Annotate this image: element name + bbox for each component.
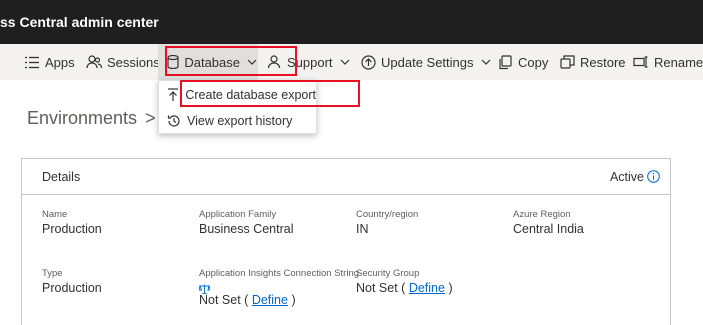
copy-button[interactable]: Copy xyxy=(497,44,548,80)
top-bar: ss Central admin center xyxy=(0,0,703,44)
app-insights-label: Application Insights Connection String xyxy=(199,268,360,279)
database-dropdown-menu: Create database export View export histo… xyxy=(158,80,317,134)
admin-center-window: ss Central admin center Apps Sessions Da… xyxy=(0,0,703,325)
command-bar: Apps Sessions Database Support Update Se… xyxy=(0,44,703,80)
type-value: Production xyxy=(42,281,102,295)
breadcrumb: Environments>P xyxy=(27,108,176,129)
app-insights-value: Not Set ( Define ) xyxy=(199,293,296,307)
status-text: Active xyxy=(609,170,644,184)
country-label: Country/region xyxy=(356,209,419,220)
chevron-down-icon xyxy=(480,56,492,68)
app-family-label: Application Family xyxy=(199,209,277,220)
name-label: Name xyxy=(42,209,68,220)
database-button[interactable]: Database xyxy=(158,44,258,80)
menu-item-label: Create database export xyxy=(185,88,316,102)
azure-region-label: Azure Region xyxy=(513,209,571,220)
menu-item-label: View export history xyxy=(187,114,293,128)
menu-item-create-export[interactable]: Create database export xyxy=(159,82,316,108)
copy-icon xyxy=(497,54,513,70)
chevron-down-icon xyxy=(246,56,258,68)
update-settings-label: Update Settings xyxy=(381,54,474,70)
restore-label: Restore xyxy=(580,54,626,70)
update-settings-button[interactable]: Update Settings xyxy=(360,44,492,80)
restore-button[interactable]: Restore xyxy=(559,44,626,80)
rename-button[interactable]: Rename xyxy=(633,44,703,80)
sessions-button[interactable]: Sessions xyxy=(86,44,160,80)
sessions-label: Sessions xyxy=(107,54,160,70)
info-icon[interactable] xyxy=(647,170,660,183)
database-label: Database xyxy=(184,54,240,70)
restore-icon xyxy=(559,54,575,70)
details-card: Details Active Name Production Applicati… xyxy=(21,158,671,325)
security-group-close-paren: ) xyxy=(448,281,453,295)
support-label: Support xyxy=(287,54,333,70)
breadcrumb-separator: > xyxy=(145,108,156,128)
upload-icon xyxy=(167,88,179,102)
app-insights-define-link[interactable]: Define xyxy=(252,293,288,307)
app-family-value: Business Central xyxy=(199,222,294,236)
rename-icon xyxy=(633,54,649,70)
database-icon xyxy=(166,54,179,70)
app-insights-close-paren: ) xyxy=(291,293,296,307)
history-icon xyxy=(167,114,181,128)
security-group-define-link[interactable]: Define xyxy=(409,281,445,295)
people-icon xyxy=(86,54,102,70)
list-icon xyxy=(24,54,40,70)
support-button[interactable]: Support xyxy=(266,44,351,80)
chevron-down-icon xyxy=(339,56,351,68)
name-value: Production xyxy=(42,222,102,236)
person-icon xyxy=(266,54,282,70)
security-group-value: Not Set ( Define ) xyxy=(356,281,453,295)
security-group-label: Security Group xyxy=(356,268,420,279)
apps-label: Apps xyxy=(45,54,75,70)
copy-label: Copy xyxy=(518,54,549,70)
details-header: Details Active xyxy=(22,159,670,195)
breadcrumb-environments[interactable]: Environments xyxy=(27,108,137,129)
rename-label: Rename xyxy=(654,54,703,70)
arrow-up-circle-icon xyxy=(360,54,376,70)
azure-region-value: Central India xyxy=(513,222,584,236)
country-value: IN xyxy=(356,222,369,236)
security-group-not-set: Not Set ( xyxy=(356,281,406,295)
menu-item-view-history[interactable]: View export history xyxy=(159,108,316,134)
details-title: Details xyxy=(42,170,81,184)
type-label: Type xyxy=(42,268,63,279)
app-title: ss Central admin center xyxy=(0,14,159,30)
app-insights-not-set: Not Set ( xyxy=(199,293,249,307)
scale-icon xyxy=(198,281,212,294)
apps-button[interactable]: Apps xyxy=(24,44,75,80)
